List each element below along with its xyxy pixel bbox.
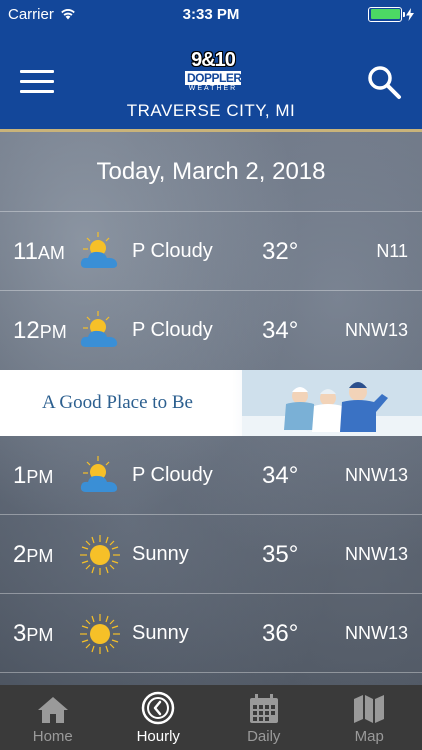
- condition-label: P Cloudy: [132, 319, 213, 341]
- wind-label: N11: [376, 241, 408, 261]
- tab-map[interactable]: Map: [317, 685, 422, 750]
- tab-hourly[interactable]: Hourly: [106, 685, 212, 750]
- home-icon: [37, 697, 68, 723]
- logo-weather: WEATHER: [188, 85, 238, 92]
- temperature-label: 32°: [262, 238, 299, 265]
- wind-label: NNW13: [344, 320, 408, 340]
- partly-cloudy-icon: [80, 311, 118, 347]
- hour-time: 12PM: [13, 317, 67, 344]
- advertisement-banner[interactable]: A Good Place to Be: [0, 370, 422, 436]
- tab-daily[interactable]: Daily: [211, 685, 317, 750]
- carrier-label: Carrier: [8, 5, 54, 23]
- battery-fill: [370, 9, 400, 19]
- tab-home[interactable]: Home: [0, 685, 106, 750]
- sunny-icon: [80, 535, 120, 575]
- battery-icon: [368, 6, 405, 22]
- ad-photo: [242, 370, 422, 436]
- calendar-icon: [249, 694, 278, 723]
- wind-label: NNW13: [344, 465, 408, 485]
- hour-time: 2PM: [13, 541, 54, 568]
- hour-row: 3PM Sunny 36° NNW13: [0, 594, 422, 673]
- status-left: Carrier: [8, 6, 76, 23]
- temperature-label: 34°: [262, 317, 299, 344]
- hourly-forecast-list[interactable]: Today, March 2, 2018 11AM P Cloudy 32° N…: [0, 132, 422, 685]
- status-right: [368, 6, 414, 22]
- sunny-icon: [80, 614, 120, 654]
- hamburger-menu-icon[interactable]: [20, 70, 54, 96]
- location-label: TRAVERSE CITY, MI: [126, 101, 296, 120]
- wind-label: NNW13: [344, 544, 408, 564]
- condition-label: P Cloudy: [132, 240, 213, 262]
- hour-time: 11AM: [13, 238, 65, 265]
- search-icon[interactable]: [366, 64, 402, 100]
- hour-row: 2PM Sunny 35° NNW13: [0, 515, 422, 594]
- wifi-icon: [61, 9, 75, 20]
- tab-hourly-label: Hourly: [136, 728, 180, 745]
- ad-text: A Good Place to Be: [42, 392, 193, 413]
- temperature-label: 34°: [262, 462, 299, 489]
- hour-time: 1PM: [13, 462, 54, 489]
- station-logo: 9&10 DOPPLER WEATHER: [185, 49, 242, 94]
- logo-doppler: DOPPLER: [185, 71, 242, 85]
- condition-label: Sunny: [132, 622, 189, 644]
- condition-label: Sunny: [132, 543, 189, 565]
- app-header: 9&10 DOPPLER WEATHER TRAVERSE CITY, MI: [0, 28, 422, 132]
- clock-icon: [142, 691, 175, 725]
- hour-row: 1PM P Cloudy 34° NNW13: [0, 436, 422, 515]
- wind-label: NNW13: [344, 623, 408, 643]
- temperature-label: 35°: [262, 541, 299, 568]
- partly-cloudy-icon: [80, 232, 118, 268]
- temperature-label: 36°: [262, 620, 299, 647]
- status-bar: Carrier 3:33 PM: [0, 0, 422, 28]
- hour-row: 12PM P Cloudy 34° NNW13: [0, 291, 422, 370]
- tab-daily-label: Daily: [247, 728, 281, 745]
- partly-cloudy-icon: [80, 456, 118, 492]
- logo-number: 9&10: [191, 49, 236, 71]
- tab-bar: Home Hourly Daily Map: [0, 685, 422, 750]
- hour-row: 11AM P Cloudy 32° N11: [0, 212, 422, 291]
- date-heading: Today, March 2, 2018: [0, 132, 422, 212]
- condition-label: P Cloudy: [132, 464, 213, 486]
- hour-time: 3PM: [13, 620, 54, 647]
- bolt-icon: [406, 7, 414, 21]
- tab-home-label: Home: [32, 728, 73, 745]
- map-icon: [354, 695, 385, 723]
- tab-map-label: Map: [354, 728, 384, 745]
